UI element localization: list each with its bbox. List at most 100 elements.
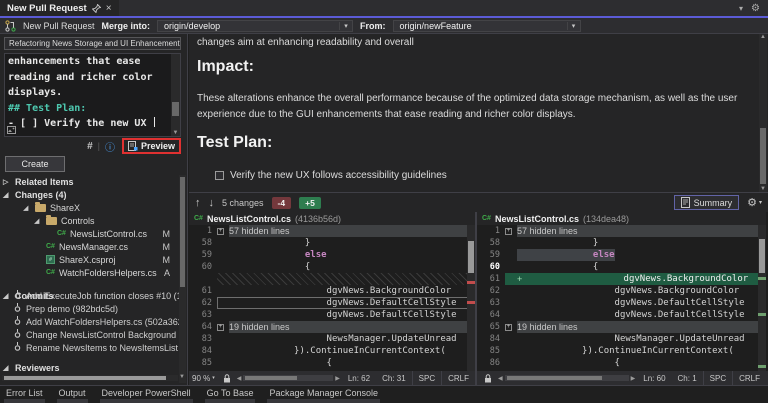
details-scroll-up-icon[interactable]: ▲ bbox=[759, 34, 767, 40]
section-changes[interactable]: ◢ Changes (4) bbox=[0, 188, 180, 201]
tab-new-pull-request[interactable]: New Pull Request × bbox=[0, 0, 119, 16]
diff-left-scrollbar[interactable] bbox=[467, 225, 475, 371]
preview-button[interactable]: Preview bbox=[141, 141, 175, 151]
scrollbar-thumb[interactable] bbox=[468, 241, 474, 273]
summary-button[interactable]: Summary bbox=[674, 195, 740, 210]
scroll-right-icon[interactable]: ▶ bbox=[629, 375, 638, 382]
bottom-panel-tab[interactable]: Output bbox=[59, 388, 86, 403]
diff-right-scrollbar[interactable] bbox=[758, 225, 766, 371]
editor-scroll-down-icon[interactable]: ▼ bbox=[171, 130, 180, 136]
code-line[interactable]: 85 + + }).ContinueInCurrentContext( bbox=[477, 345, 766, 357]
next-change-icon[interactable]: ↓ bbox=[209, 197, 215, 209]
window-dropdown-icon[interactable]: ▾ bbox=[739, 4, 743, 13]
tree-row[interactable]: C# # NewsListControl.cs M bbox=[0, 227, 180, 240]
section-related-items[interactable]: ▷ Related Items bbox=[0, 175, 180, 188]
spaces-indicator[interactable]: SPC bbox=[412, 371, 441, 385]
code-line[interactable]: 64 + + dgvNews.DefaultCellStyle bbox=[477, 309, 766, 321]
bottom-panel-tab[interactable]: Package Manager Console bbox=[269, 388, 378, 403]
tree-row[interactable]: C# # WatchFoldersHelpers.cs A bbox=[0, 266, 180, 279]
gear-icon[interactable]: ⚙ bbox=[747, 196, 757, 209]
expanded-chevron-icon[interactable]: ◢ bbox=[3, 191, 11, 199]
horizontal-scrollbar[interactable] bbox=[505, 375, 629, 381]
tree-expander-icon[interactable]: ◢ bbox=[34, 217, 42, 225]
gear-chevron-icon[interactable]: ▾ bbox=[759, 199, 762, 206]
previous-change-icon[interactable]: ↑ bbox=[195, 197, 201, 209]
commit-item[interactable]: Change NewsListControl Background Color … bbox=[0, 328, 180, 341]
expand-region-icon[interactable]: + bbox=[217, 228, 224, 235]
scrollbar-thumb[interactable] bbox=[759, 239, 765, 273]
diff-pane-target[interactable]: C# NewsListControl.cs (134dea48) 1 + + 5… bbox=[477, 212, 766, 371]
tree-row[interactable]: C# # ShareX.csproj M bbox=[0, 253, 180, 266]
diff-settings[interactable]: ⚙ ▾ bbox=[747, 196, 762, 209]
left-panel-horizontal-scrollbar[interactable] bbox=[2, 375, 178, 381]
merge-into-dropdown[interactable]: origin/develop ▾ bbox=[157, 20, 353, 32]
code-line[interactable]: 59 + + else bbox=[189, 249, 475, 261]
info-icon[interactable]: ⓘ bbox=[105, 139, 115, 154]
pr-description-editor[interactable]: enhancements that easereading and richer… bbox=[4, 53, 181, 137]
diff-pane-base[interactable]: C# NewsListControl.cs (4136b56d) 1 + + 5… bbox=[189, 212, 477, 371]
tree-expander-icon[interactable]: ◢ bbox=[23, 204, 31, 212]
bottom-panel-tab[interactable]: Go To Base bbox=[207, 388, 254, 403]
horizontal-scrollbar[interactable] bbox=[243, 375, 333, 381]
commit-item[interactable]: Add ExecuteJob function closes #10 (134d… bbox=[0, 289, 180, 302]
details-vertical-scrollbar[interactable]: ▲ ▼ bbox=[759, 34, 767, 192]
bottom-panel-tab[interactable]: Error List bbox=[6, 388, 43, 403]
code-line[interactable]: 86 + + { bbox=[477, 357, 766, 369]
scroll-left-icon[interactable]: ◀ bbox=[496, 375, 505, 382]
commit-item[interactable]: Add WatchFoldersHelpers.cs (502a3629) bbox=[0, 315, 180, 328]
code-line[interactable]: 1 + + 57 hidden lines bbox=[477, 225, 766, 237]
editor-scrollbar-thumb[interactable] bbox=[172, 102, 179, 116]
code-line[interactable]: 58 + + } bbox=[189, 237, 475, 249]
code-line[interactable]: 62 + + dgvNews.BackgroundColor bbox=[477, 285, 766, 297]
scroll-right-icon[interactable]: ▶ bbox=[333, 375, 342, 382]
code-line[interactable]: 84 + + }).ContinueInCurrentContext( bbox=[189, 345, 475, 357]
zoom-level[interactable]: 90 % bbox=[192, 374, 210, 383]
code-line[interactable]: 63 + + dgvNews.DefaultCellStyle bbox=[189, 309, 475, 321]
work-item-hash-icon[interactable]: # bbox=[87, 141, 93, 152]
create-button[interactable]: Create bbox=[5, 156, 65, 172]
code-line[interactable]: 84 + + NewsManager.UpdateUnread bbox=[477, 333, 766, 345]
commit-item[interactable]: Rename NewsItems to NewsItemsList #19 (7 bbox=[0, 341, 180, 354]
left-panel-scroll-down-icon[interactable]: ▼ bbox=[179, 374, 187, 380]
commit-item[interactable]: Prep demo (982bdc5d) bbox=[0, 302, 180, 315]
attach-image-icon[interactable] bbox=[7, 126, 16, 134]
diff-left-code[interactable]: 1 + + 57 hidden lines 58 + + bbox=[189, 225, 475, 371]
spaces-indicator[interactable]: SPC bbox=[703, 371, 732, 385]
zoom-chevron-icon[interactable]: ▾ bbox=[212, 375, 215, 381]
code-line[interactable]: 62 + + dgvNews.DefaultCellStyle bbox=[189, 297, 475, 309]
code-line[interactable]: 1 + + 57 hidden lines bbox=[189, 225, 475, 237]
code-line[interactable]: 59 + + else bbox=[477, 249, 766, 261]
code-line[interactable]: 83 + + NewsManager.UpdateUnread bbox=[189, 333, 475, 345]
details-scrollbar-thumb[interactable] bbox=[760, 128, 766, 184]
code-line[interactable]: 85 + + { bbox=[189, 357, 475, 369]
editor-scrollbar[interactable] bbox=[171, 54, 180, 136]
scroll-left-icon[interactable]: ◀ bbox=[235, 375, 244, 382]
checkbox[interactable] bbox=[215, 171, 224, 180]
code-line[interactable]: 63 + + dgvNews.DefaultCellStyle bbox=[477, 297, 766, 309]
code-line[interactable]: 65 + + 19 hidden lines bbox=[477, 321, 766, 333]
expand-region-icon[interactable]: + bbox=[217, 324, 224, 331]
line-ending-indicator[interactable]: CRLF bbox=[732, 371, 766, 385]
code-line[interactable]: 61 + + dgvNews.BackgroundColor bbox=[477, 273, 766, 285]
code-line[interactable]: 64 + + 19 hidden lines bbox=[189, 321, 475, 333]
expand-region-icon[interactable]: + bbox=[505, 228, 512, 235]
code-line[interactable]: + + bbox=[189, 273, 475, 285]
from-dropdown[interactable]: origin/newFeature ▾ bbox=[393, 20, 581, 32]
expand-region-icon[interactable]: + bbox=[505, 324, 512, 331]
from-chevron-icon[interactable]: ▾ bbox=[567, 22, 580, 30]
code-line[interactable]: 60 + + { bbox=[189, 261, 475, 273]
line-ending-indicator[interactable]: CRLF bbox=[441, 371, 475, 385]
code-line[interactable]: 61 + + dgvNews.BackgroundColor bbox=[189, 285, 475, 297]
code-line[interactable]: 60 + + { bbox=[477, 261, 766, 273]
collapsed-chevron-icon[interactable]: ▷ bbox=[3, 178, 11, 186]
left-panel-vertical-scrollbar[interactable] bbox=[179, 175, 186, 383]
tree-row[interactable]: C# # NewsManager.cs M bbox=[0, 240, 180, 253]
bottom-panel-tab[interactable]: Developer PowerShell bbox=[102, 388, 191, 403]
section-reviewers[interactable]: ◢ Reviewers bbox=[0, 361, 60, 374]
expanded-chevron-icon[interactable]: ◢ bbox=[3, 364, 11, 372]
merge-into-chevron-icon[interactable]: ▾ bbox=[339, 22, 352, 30]
pin-icon[interactable] bbox=[92, 4, 101, 13]
diff-right-code[interactable]: 1 + + 57 hidden lines 58 + + bbox=[477, 225, 766, 371]
pr-title-input[interactable]: Refactoring News Storage and UI Enhancem… bbox=[4, 37, 181, 50]
code-line[interactable]: 58 + + } bbox=[477, 237, 766, 249]
